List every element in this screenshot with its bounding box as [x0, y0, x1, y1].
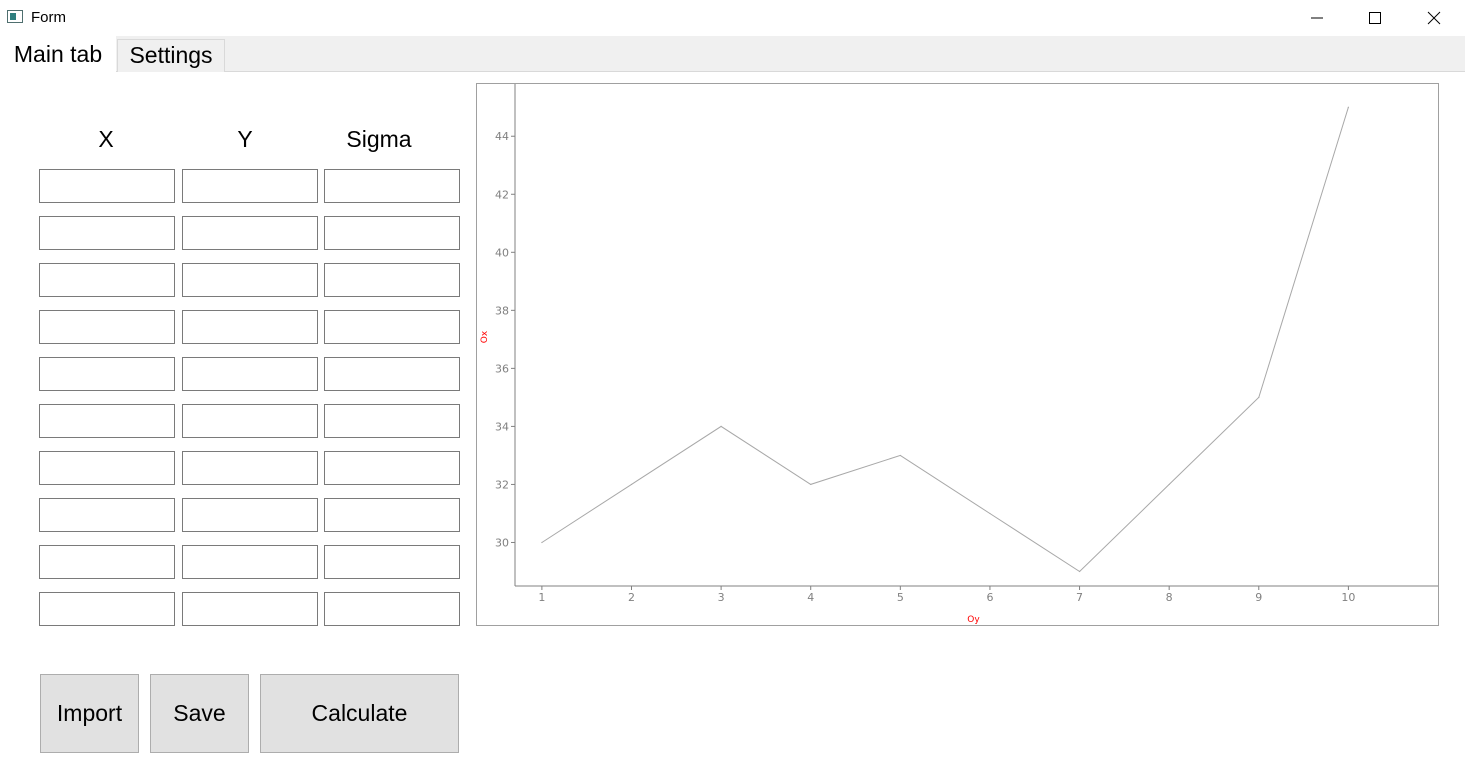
y-input[interactable] [182, 263, 318, 297]
series-line [541, 107, 1349, 573]
y-input[interactable] [182, 169, 318, 203]
y-tick-label: 36 [495, 362, 509, 375]
x-tick-label: 1 [538, 591, 545, 604]
data-point [899, 454, 901, 457]
close-button[interactable] [1405, 0, 1463, 35]
sigma-input[interactable] [324, 169, 460, 203]
column-header-y: Y [237, 126, 253, 152]
maximize-button[interactable] [1346, 0, 1404, 35]
x-input[interactable] [39, 451, 175, 485]
y-input[interactable] [182, 592, 318, 626]
x-tick-label: 3 [718, 591, 725, 604]
sigma-input[interactable] [324, 545, 460, 579]
data-point [1347, 106, 1349, 108]
x-input[interactable] [39, 310, 175, 344]
sigma-input[interactable] [324, 310, 460, 344]
x-tick-label: 4 [807, 591, 814, 604]
import-button[interactable]: Import [40, 674, 139, 753]
title-bar: Form [0, 0, 1465, 35]
sigma-input[interactable] [324, 216, 460, 250]
line-chart: 30 32 34 36 38 40 42 44 1 2 3 4 5 6 7 8 9 10 Oy Ox [476, 83, 1439, 626]
y-input[interactable] [182, 545, 318, 579]
x-input[interactable] [39, 592, 175, 626]
sigma-input[interactable] [324, 357, 460, 391]
y-tick-label: 44 [495, 130, 509, 143]
y-tick-label: 30 [495, 536, 509, 549]
tab-bar: Main tab Settings [0, 36, 1465, 73]
tab-settings[interactable]: Settings [117, 39, 225, 72]
tab-main[interactable]: Main tab [0, 36, 116, 73]
y-tick-label: 38 [495, 304, 509, 317]
y-tick-label: 34 [495, 420, 509, 433]
data-point [1258, 396, 1260, 398]
x-input[interactable] [39, 545, 175, 579]
app-icon [7, 10, 23, 23]
sigma-input[interactable] [324, 498, 460, 532]
y-tick-label: 32 [495, 478, 509, 491]
x-tick-label: 10 [1341, 591, 1355, 604]
y-tick-label: 42 [495, 188, 509, 201]
x-input[interactable] [39, 263, 175, 297]
y-input[interactable] [182, 357, 318, 391]
sigma-input[interactable] [324, 404, 460, 438]
minimize-icon [1311, 17, 1323, 18]
column-header-sigma: Sigma [346, 126, 412, 152]
x-tick-label: 2 [628, 591, 635, 604]
x-input[interactable] [39, 357, 175, 391]
x-tick-label: 8 [1166, 591, 1173, 604]
y-input[interactable] [182, 451, 318, 485]
sigma-input[interactable] [324, 592, 460, 626]
data-point [630, 483, 633, 486]
data-point [1168, 483, 1170, 486]
minimize-button[interactable] [1288, 0, 1346, 35]
data-point [720, 425, 722, 428]
x-input[interactable] [39, 498, 175, 532]
x-axis-label: Oy [967, 615, 980, 625]
calculate-button[interactable]: Calculate [260, 674, 459, 753]
x-tick-label: 7 [1076, 591, 1083, 604]
x-tick-label: 9 [1255, 591, 1262, 604]
x-input[interactable] [39, 169, 175, 203]
data-point [1078, 570, 1081, 573]
chart-canvas: 30323436384042441 2 3 4 5 6 7 8 9 10OyOx [480, 84, 1438, 625]
data-point [541, 541, 543, 544]
x-input[interactable] [39, 216, 175, 250]
y-axis-label: Ox [480, 330, 490, 343]
save-button[interactable]: Save [150, 674, 249, 753]
sigma-input[interactable] [324, 263, 460, 297]
y-input[interactable] [182, 404, 318, 438]
y-tick-label: 40 [495, 246, 509, 259]
y-input[interactable] [182, 310, 318, 344]
close-icon [1427, 11, 1441, 24]
y-input[interactable] [182, 216, 318, 250]
maximize-icon [1369, 11, 1381, 24]
column-header-x: X [98, 126, 114, 152]
sigma-input[interactable] [324, 451, 460, 485]
x-tick-label: 6 [986, 591, 993, 604]
data-point [810, 483, 812, 486]
window-title: Form [31, 9, 66, 26]
x-tick-label: 5 [897, 591, 904, 604]
y-input[interactable] [182, 498, 318, 532]
x-input[interactable] [39, 404, 175, 438]
data-point [989, 512, 991, 515]
